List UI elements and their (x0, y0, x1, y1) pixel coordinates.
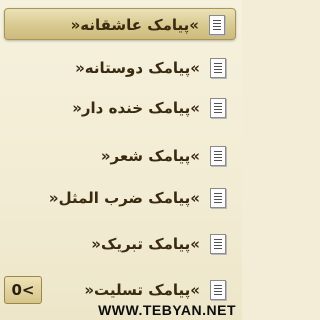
back-softkey-button[interactable]: 0< (4, 276, 42, 304)
document-icon (210, 98, 226, 118)
site-watermark: WWW.TEBYAN.NET (98, 302, 236, 318)
document-icon (210, 188, 226, 208)
menu-item-label: »پیامک ضرب المثل« (48, 189, 200, 207)
sms-category-menu: »پیامک عاشقانه« »پیامک دوستانه« »پیامک خ… (0, 0, 242, 300)
menu-item-label: »پیامک شعر« (100, 147, 200, 165)
menu-item-proverb-sms[interactable]: »پیامک ضرب المثل« (4, 182, 236, 214)
document-icon (210, 234, 226, 254)
menu-item-congratulation-sms[interactable]: »پیامک تبریک« (4, 228, 236, 260)
menu-item-label: »پیامک دوستانه« (75, 59, 200, 77)
menu-item-funny-sms[interactable]: »پیامک خنده دار« (4, 92, 236, 124)
menu-item-label: »پیامک تسلیت« (84, 281, 200, 299)
menu-item-label: »پیامک تبریک« (91, 235, 200, 253)
menu-item-romantic-sms[interactable]: »پیامک عاشقانه« (4, 8, 236, 40)
app-screen: »پیامک عاشقانه« »پیامک دوستانه« »پیامک خ… (0, 0, 242, 320)
menu-item-friendly-sms[interactable]: »پیامک دوستانه« (4, 52, 236, 84)
menu-item-poem-sms[interactable]: »پیامک شعر« (4, 140, 236, 172)
document-icon (210, 146, 226, 166)
menu-item-label: »پیامک خنده دار« (72, 99, 200, 117)
document-icon (210, 280, 226, 300)
menu-item-label: »پیامک عاشقانه« (70, 16, 199, 34)
document-icon (210, 58, 226, 78)
document-icon (209, 15, 225, 35)
